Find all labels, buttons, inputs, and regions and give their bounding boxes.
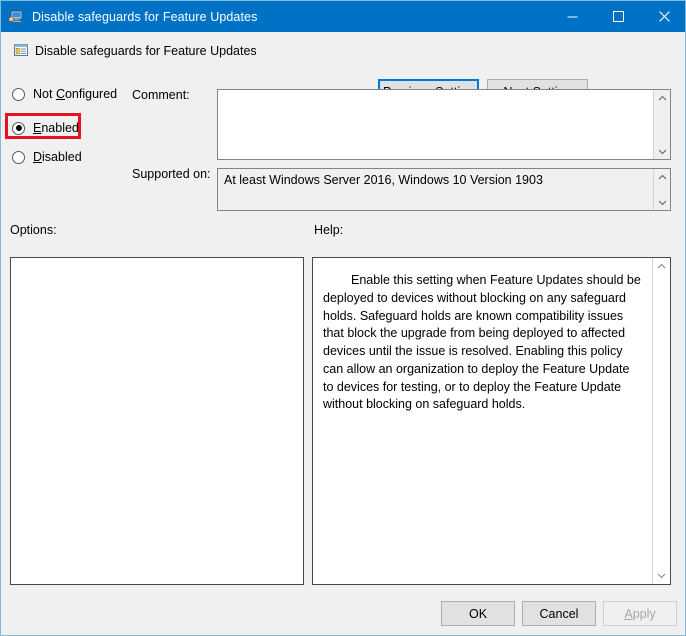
chevron-down-icon[interactable] (654, 194, 670, 210)
supported-on-scrollbar[interactable] (653, 169, 670, 210)
supported-on-label: Supported on: (132, 167, 211, 181)
comment-value[interactable] (218, 90, 653, 159)
chevron-up-icon[interactable] (654, 90, 670, 106)
cancel-button[interactable]: Cancel (522, 601, 596, 626)
help-scrollbar[interactable] (652, 258, 670, 584)
comment-label: Comment: (132, 88, 190, 102)
supported-on-textbox[interactable]: At least Windows Server 2016, Windows 10… (217, 168, 671, 211)
comment-textbox[interactable] (217, 89, 671, 160)
chevron-down-icon[interactable] (653, 567, 670, 584)
radio-mark-disabled (12, 150, 25, 164)
policy-setting-icon (13, 42, 29, 58)
apply-button: Apply (603, 601, 677, 626)
window-title: Disable safeguards for Feature Updates (32, 9, 258, 24)
chevron-up-icon[interactable] (653, 258, 670, 275)
comment-scrollbar[interactable] (653, 90, 670, 159)
setting-header: Disable safeguards for Feature Updates P… (2, 32, 685, 104)
radio-label-not-configured: Not Configured (33, 87, 118, 101)
radio-label-enabled: Enabled (33, 121, 79, 135)
help-panel: Enable this setting when Feature Updates… (312, 257, 671, 585)
close-icon[interactable] (641, 1, 685, 32)
chevron-down-icon[interactable] (654, 143, 670, 159)
options-panel[interactable] (10, 257, 304, 585)
group-policy-setting-dialog: Disable safeguards for Feature Updates D… (0, 0, 686, 636)
radio-mark-enabled (12, 121, 25, 135)
maximize-icon[interactable] (595, 1, 641, 32)
supported-on-value: At least Windows Server 2016, Windows 10… (224, 173, 543, 187)
caption-button-group (549, 1, 685, 32)
radio-not-configured[interactable]: Not Configured (12, 85, 117, 103)
help-text: Enable this setting when Feature Updates… (323, 273, 641, 412)
help-label: Help: (314, 223, 344, 237)
policy-computer-icon (8, 9, 24, 25)
chevron-up-icon[interactable] (654, 169, 670, 185)
radio-disabled[interactable]: Disabled (12, 148, 82, 166)
radio-enabled[interactable]: Enabled (12, 119, 79, 137)
minimize-icon[interactable] (549, 1, 595, 32)
radio-label-disabled: Disabled (33, 150, 82, 164)
options-label: Options: (10, 223, 57, 237)
setting-title: Disable safeguards for Feature Updates (35, 44, 257, 58)
title-bar: Disable safeguards for Feature Updates (1, 1, 685, 32)
ok-button[interactable]: OK (441, 601, 515, 626)
radio-mark-not-configured (12, 87, 25, 101)
